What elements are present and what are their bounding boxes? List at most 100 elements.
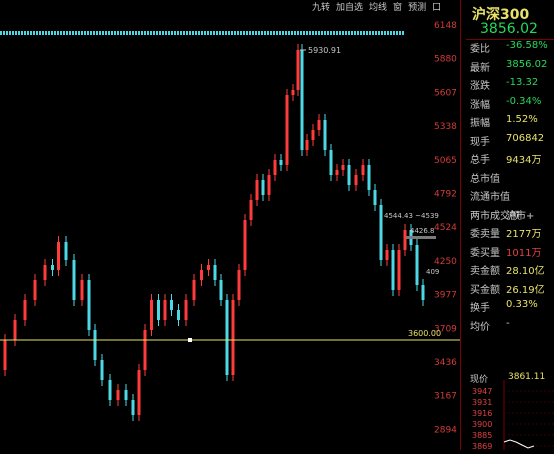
candle-body bbox=[192, 280, 196, 300]
top-dot bbox=[66, 31, 68, 35]
stat-label: 两市成交额 bbox=[470, 210, 520, 222]
candle-body bbox=[237, 270, 241, 300]
chart-toolbar: 九转 加自选 均线 窗 预测 口 bbox=[312, 0, 441, 13]
top-dot bbox=[171, 31, 173, 35]
candle-body bbox=[354, 175, 358, 185]
top-dot bbox=[273, 31, 275, 35]
top-dot bbox=[153, 31, 155, 35]
top-dot bbox=[12, 31, 14, 35]
top-dot bbox=[174, 31, 176, 35]
support-handle bbox=[188, 338, 192, 342]
top-dot bbox=[141, 31, 143, 35]
stat-value: 28.10亿 bbox=[506, 266, 545, 276]
top-dot bbox=[81, 31, 83, 35]
top-dot bbox=[114, 31, 116, 35]
top-dot bbox=[222, 31, 224, 35]
toolbar-item-ma[interactable]: 均线 bbox=[369, 0, 387, 13]
stat-row: 总市值 bbox=[470, 170, 506, 185]
candle-body bbox=[51, 265, 54, 270]
stat-row: 委卖量 2177万 bbox=[470, 225, 542, 240]
candle-body bbox=[108, 380, 112, 400]
candle-body bbox=[163, 300, 167, 320]
stat-row: 委比 -36.58% bbox=[470, 40, 548, 55]
stat-value: 2177万 bbox=[506, 229, 542, 239]
top-dot bbox=[42, 31, 44, 35]
kline-chart[interactable]: 6148588056075338506547924524425039773709… bbox=[0, 0, 460, 450]
top-dot bbox=[150, 31, 152, 35]
top-dot bbox=[315, 31, 317, 35]
top-dot bbox=[24, 31, 26, 35]
top-dot bbox=[180, 31, 182, 35]
y-axis-label: 5607 bbox=[434, 88, 457, 98]
top-dot bbox=[111, 31, 113, 35]
top-dot bbox=[162, 31, 164, 35]
top-dot bbox=[156, 31, 158, 35]
top-dot bbox=[300, 31, 302, 35]
candle-body bbox=[273, 160, 277, 175]
top-dot bbox=[279, 31, 281, 35]
stat-row: 涨跌 -13.32 bbox=[470, 77, 538, 92]
candle-body bbox=[285, 95, 289, 165]
close-icon[interactable]: 口 bbox=[432, 0, 441, 13]
top-dot bbox=[198, 31, 200, 35]
y-axis-label: 4792 bbox=[434, 190, 457, 200]
top-dot bbox=[105, 31, 107, 35]
mini-tick: 3869 bbox=[472, 442, 492, 450]
stat-row: 两市成交额 沪市+ bbox=[470, 207, 534, 222]
candle-body bbox=[335, 170, 339, 175]
stat-value: 3856.02 bbox=[506, 58, 548, 70]
stat-row: 最新 3856.02 bbox=[470, 58, 548, 74]
top-dot bbox=[63, 31, 65, 35]
candle-body bbox=[329, 150, 333, 175]
candle-body bbox=[279, 160, 283, 165]
toolbar-item-jiuzhuan[interactable]: 九转 bbox=[312, 0, 330, 13]
top-dot bbox=[336, 31, 338, 35]
stat-value: 706842 bbox=[506, 132, 545, 144]
stat-label: 委比 bbox=[470, 44, 490, 55]
top-dot bbox=[330, 31, 332, 35]
top-dot bbox=[375, 31, 377, 35]
top-dot bbox=[354, 31, 356, 35]
mini-label: 现价 bbox=[470, 375, 489, 385]
candle-body bbox=[93, 330, 97, 360]
top-dot bbox=[294, 31, 296, 35]
candle-body bbox=[243, 220, 247, 270]
candle-body bbox=[219, 280, 223, 300]
candle-body bbox=[255, 180, 259, 200]
candle-body bbox=[124, 390, 128, 400]
top-dot bbox=[228, 31, 230, 35]
candle-body bbox=[403, 230, 407, 250]
top-dot bbox=[27, 31, 29, 35]
candle-body bbox=[317, 120, 321, 130]
stat-label: 流通市值 bbox=[470, 192, 510, 203]
candle-body bbox=[80, 280, 84, 300]
top-dot bbox=[324, 31, 326, 35]
candle-body bbox=[137, 370, 141, 415]
top-dot bbox=[57, 31, 59, 35]
stat-row: 振幅 1.52% bbox=[470, 114, 538, 129]
top-dot bbox=[135, 31, 137, 35]
stat-row: 现手 706842 bbox=[470, 132, 545, 148]
mid-bar bbox=[406, 236, 436, 239]
stat-label: 现手 bbox=[470, 136, 490, 148]
stat-value: - bbox=[506, 317, 510, 329]
candle-body bbox=[415, 245, 419, 285]
top-dot bbox=[147, 31, 149, 35]
top-dot bbox=[186, 31, 188, 35]
toolbar-item-add-favorite[interactable]: 加自选 bbox=[336, 0, 363, 13]
top-dot bbox=[183, 31, 185, 35]
top-dot bbox=[399, 31, 401, 35]
toolbar-item-forecast[interactable]: 预测 bbox=[408, 0, 426, 13]
top-dot bbox=[90, 31, 92, 35]
candle-body bbox=[23, 300, 27, 320]
stat-row: 买金额 26.19亿 bbox=[470, 281, 545, 296]
top-dot bbox=[129, 31, 131, 35]
mid-label: 4426.8 bbox=[410, 227, 435, 235]
stat-row: 流通市值 bbox=[470, 188, 510, 203]
top-dot bbox=[258, 31, 260, 35]
toolbar-item-window[interactable]: 窗 bbox=[393, 0, 402, 13]
stat-value: 26.19亿 bbox=[506, 284, 545, 295]
top-dot bbox=[108, 31, 110, 35]
top-dot bbox=[75, 31, 77, 35]
candle-body bbox=[43, 265, 47, 280]
